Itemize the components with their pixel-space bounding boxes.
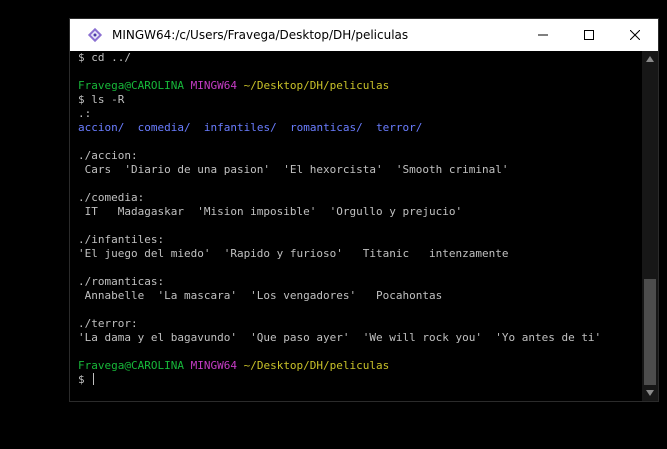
ls-command-line: $ ls -R [78,93,125,106]
prompt-line: Fravega@CAROLINA MINGW64 ~/Desktop/DH/pe… [78,79,642,93]
prompt-env: MINGW64 [190,79,237,92]
terminal-window: MINGW64:/c/Users/Fravega/Desktop/DH/peli… [69,18,659,402]
chevron-down-icon [646,390,654,396]
section-items-comedia: IT Madagaskar 'Mision imposible' 'Orgull… [78,205,463,218]
cd-command-line: $ cd ../ [78,51,131,64]
prompt-path: ~/Desktop/DH/peliculas [243,359,390,372]
minimize-icon [538,34,548,36]
dir-accion: accion/ [78,121,125,134]
prompt-env: MINGW64 [190,359,237,372]
section-items-terror: 'La dama y el bagavundo' 'Que paso ayer'… [78,331,602,344]
dir-romanticas: romanticas/ [289,121,363,134]
close-icon [630,30,640,40]
root-dirs-line: accion/ comedia/ infantiles/ romanticas/… [78,121,642,135]
chevron-up-icon [646,56,654,62]
prompt-user-host: Fravega@CAROLINA [78,359,184,372]
title-bar[interactable]: MINGW64:/c/Users/Fravega/Desktop/DH/peli… [70,19,658,51]
dir-terror: terror/ [376,121,423,134]
dir-infantiles: infantiles/ [203,121,277,134]
dir-comedia: comedia/ [137,121,191,134]
input-prompt: $ [78,373,92,386]
maximize-icon [584,30,594,40]
close-button[interactable] [612,19,658,51]
maximize-button[interactable] [566,19,612,51]
section-header-terror: ./terror: [78,317,138,330]
section-items-infantiles: 'El juego del miedo' 'Rapido y furioso' … [78,247,509,260]
scroll-down-button[interactable] [642,385,658,401]
text-cursor [93,373,95,385]
section-header-infantiles: ./infantiles: [78,233,165,246]
section-header-comedia: ./comedia: [78,191,145,204]
prompt-path: ~/Desktop/DH/peliculas [243,79,390,92]
terminal-output[interactable]: $ cd ../ Fravega@CAROLINA MINGW64 ~/Desk… [70,51,642,401]
scroll-thumb[interactable] [644,279,656,385]
root-label: .: [78,107,92,120]
section-items-accion: Cars 'Diario de una pasion' 'El hexorcis… [78,163,509,176]
git-bash-diamond-icon [87,27,103,43]
vertical-scrollbar[interactable] [642,51,658,401]
section-header-romanticas: ./romanticas: [78,275,165,288]
minimize-button[interactable] [520,19,566,51]
window-title: MINGW64:/c/Users/Fravega/Desktop/DH/peli… [112,28,409,42]
prompt-user-host: Fravega@CAROLINA [78,79,184,92]
section-header-accion: ./accion: [78,149,138,162]
input-line[interactable]: $ [78,373,642,387]
scroll-up-button[interactable] [642,51,658,67]
section-items-romanticas: Annabelle 'La mascara' 'Los vengadores' … [78,289,443,302]
prompt-line-current: Fravega@CAROLINA MINGW64 ~/Desktop/DH/pe… [78,359,642,373]
